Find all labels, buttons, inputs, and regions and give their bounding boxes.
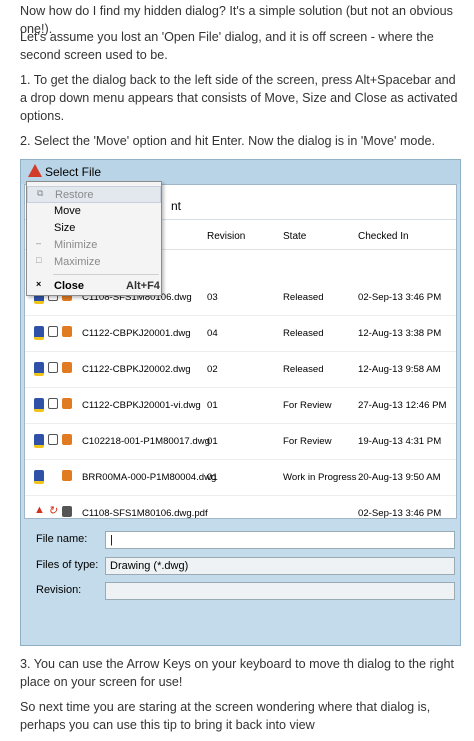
menu-item-minimize[interactable]: – Minimize [27, 237, 161, 254]
row-checked-in: 20-Aug-13 9:50 AM [358, 472, 441, 483]
step-1-paragraph: 1. To get the dialog back to the left si… [20, 73, 458, 123]
row-name: BRR00MA-000-P1M80004.dwg [82, 472, 217, 483]
file-state-icon [62, 506, 72, 517]
step-3-paragraph: 3. You can use the Arrow Keys on your ke… [20, 657, 455, 689]
menu-item-size[interactable]: Size [27, 220, 161, 237]
restore-icon: ⧉ [37, 188, 44, 198]
lock-icon [48, 362, 58, 373]
menu-item-label: Maximize [54, 256, 101, 268]
row-status-icons [34, 326, 79, 340]
table-row[interactable]: ▲ ↻ C1108-SFS1M80106.dwg.pdf 02-Sep-13 3… [25, 495, 456, 519]
menu-item-move[interactable]: Move [27, 203, 161, 220]
row-state: For Review [283, 400, 332, 411]
row-revision: 03 [207, 292, 218, 303]
row-name: C1122-CBPKJ20001.dwg [82, 328, 191, 339]
row-state: Released [283, 364, 324, 375]
file-name-input[interactable]: | [105, 531, 455, 549]
menu-item-label: Size [54, 222, 76, 234]
step-2-paragraph: 2. Select the 'Move' option and hit Ente… [20, 134, 435, 148]
menu-item-label: Close [54, 280, 84, 292]
column-checked-in[interactable]: Checked In [358, 231, 409, 242]
closing-paragraph: So next time you are staring at the scre… [20, 700, 431, 732]
menu-item-maximize[interactable]: □ Maximize [27, 254, 161, 271]
lock-icon [48, 434, 58, 445]
row-status-icons: ▲ ↻ [34, 504, 79, 518]
path-text: nt [171, 199, 182, 213]
table-row[interactable]: BRR00MA-000-P1M80004.dwg 01 Work in Prog… [25, 459, 456, 496]
row-state: For Review [283, 436, 332, 447]
menu-item-label: Move [54, 205, 81, 217]
table-row[interactable]: C1122-CBPKJ20001.dwg 04 Released 12-Aug-… [25, 315, 456, 352]
files-of-type-select[interactable]: Drawing (*.dwg) [105, 557, 455, 575]
table-row[interactable]: C1122-CBPKJ20001-vi.dwg 01 For Review 27… [25, 387, 456, 424]
file-state-icon [62, 434, 72, 445]
file-name-label: File name: [36, 533, 88, 545]
menu-item-label: Restore [55, 189, 94, 201]
row-status-icons [34, 362, 79, 376]
system-menu: ⧉ Restore Move Size – Minimize □ Maximiz… [26, 181, 162, 296]
row-checked-in: 12-Aug-13 3:38 PM [358, 328, 442, 339]
file-state-icon [62, 326, 72, 337]
row-name: C1108-SFS1M80106.dwg.pdf [82, 508, 208, 519]
assumption-paragraph: Let's assume you lost an 'Open File' dia… [20, 30, 434, 62]
local-file-icon [34, 326, 44, 340]
row-checked-in: 27-Aug-13 12:46 PM [358, 400, 447, 411]
menu-separator [53, 274, 159, 275]
row-status-icons [34, 434, 79, 448]
dialog-title: Select File [45, 165, 102, 179]
column-state[interactable]: State [283, 231, 306, 242]
lock-icon [48, 398, 58, 409]
row-checked-in: 12-Aug-13 9:58 AM [358, 364, 441, 375]
row-revision: 02 [207, 364, 218, 375]
row-name: C1122-CBPKJ20002.dwg [82, 364, 191, 375]
table-row[interactable]: C1122-CBPKJ20002.dwg 02 Released 12-Aug-… [25, 351, 456, 388]
row-checked-in: 19-Aug-13 4:31 PM [358, 436, 442, 447]
lock-icon [48, 326, 58, 337]
column-revision[interactable]: Revision [207, 231, 245, 242]
minimize-icon: – [36, 238, 42, 248]
row-revision: 01 [207, 472, 218, 483]
row-name: C1122-CBPKJ20001-vi.dwg [82, 400, 201, 411]
autocad-icon[interactable] [28, 164, 42, 177]
revision-label: Revision: [36, 584, 82, 596]
file-state-icon [62, 362, 72, 373]
file-state-icon [62, 470, 72, 481]
row-state: Released [283, 328, 324, 339]
revision-input[interactable] [105, 582, 455, 600]
close-shortcut: Alt+F4 [126, 280, 160, 292]
row-revision: 04 [207, 328, 218, 339]
pdf-icon: ▲ [34, 504, 45, 516]
file-options-panel: File name: | Files of type: Drawing (*.d… [24, 522, 457, 644]
row-checked-in: 02-Sep-13 3:46 PM [358, 508, 442, 519]
row-name: C102218-001-P1M80017.dwg [82, 436, 211, 447]
row-revision: 01 [207, 400, 218, 411]
row-status-icons [34, 398, 79, 412]
file-state-icon [62, 398, 72, 409]
close-icon: × [36, 279, 42, 289]
row-state: Released [283, 292, 324, 303]
maximize-icon: □ [36, 255, 42, 265]
table-row[interactable]: C102218-001-P1M80017.dwg 01 For Review 1… [25, 423, 456, 460]
refresh-icon: ↻ [48, 505, 58, 517]
local-file-icon [34, 398, 44, 412]
menu-item-restore[interactable]: ⧉ Restore [27, 186, 161, 203]
menu-item-label: Minimize [54, 239, 98, 251]
menu-item-close[interactable]: × Close Alt+F4 [27, 278, 161, 295]
row-status-icons [34, 470, 79, 484]
row-state: Work in Progress [283, 472, 357, 483]
files-of-type-label: Files of type: [36, 559, 99, 571]
local-file-icon [34, 470, 44, 484]
row-revision: 01 [207, 436, 218, 447]
row-checked-in: 02-Sep-13 3:46 PM [358, 292, 442, 303]
local-file-icon [34, 434, 44, 448]
local-file-icon [34, 362, 44, 376]
